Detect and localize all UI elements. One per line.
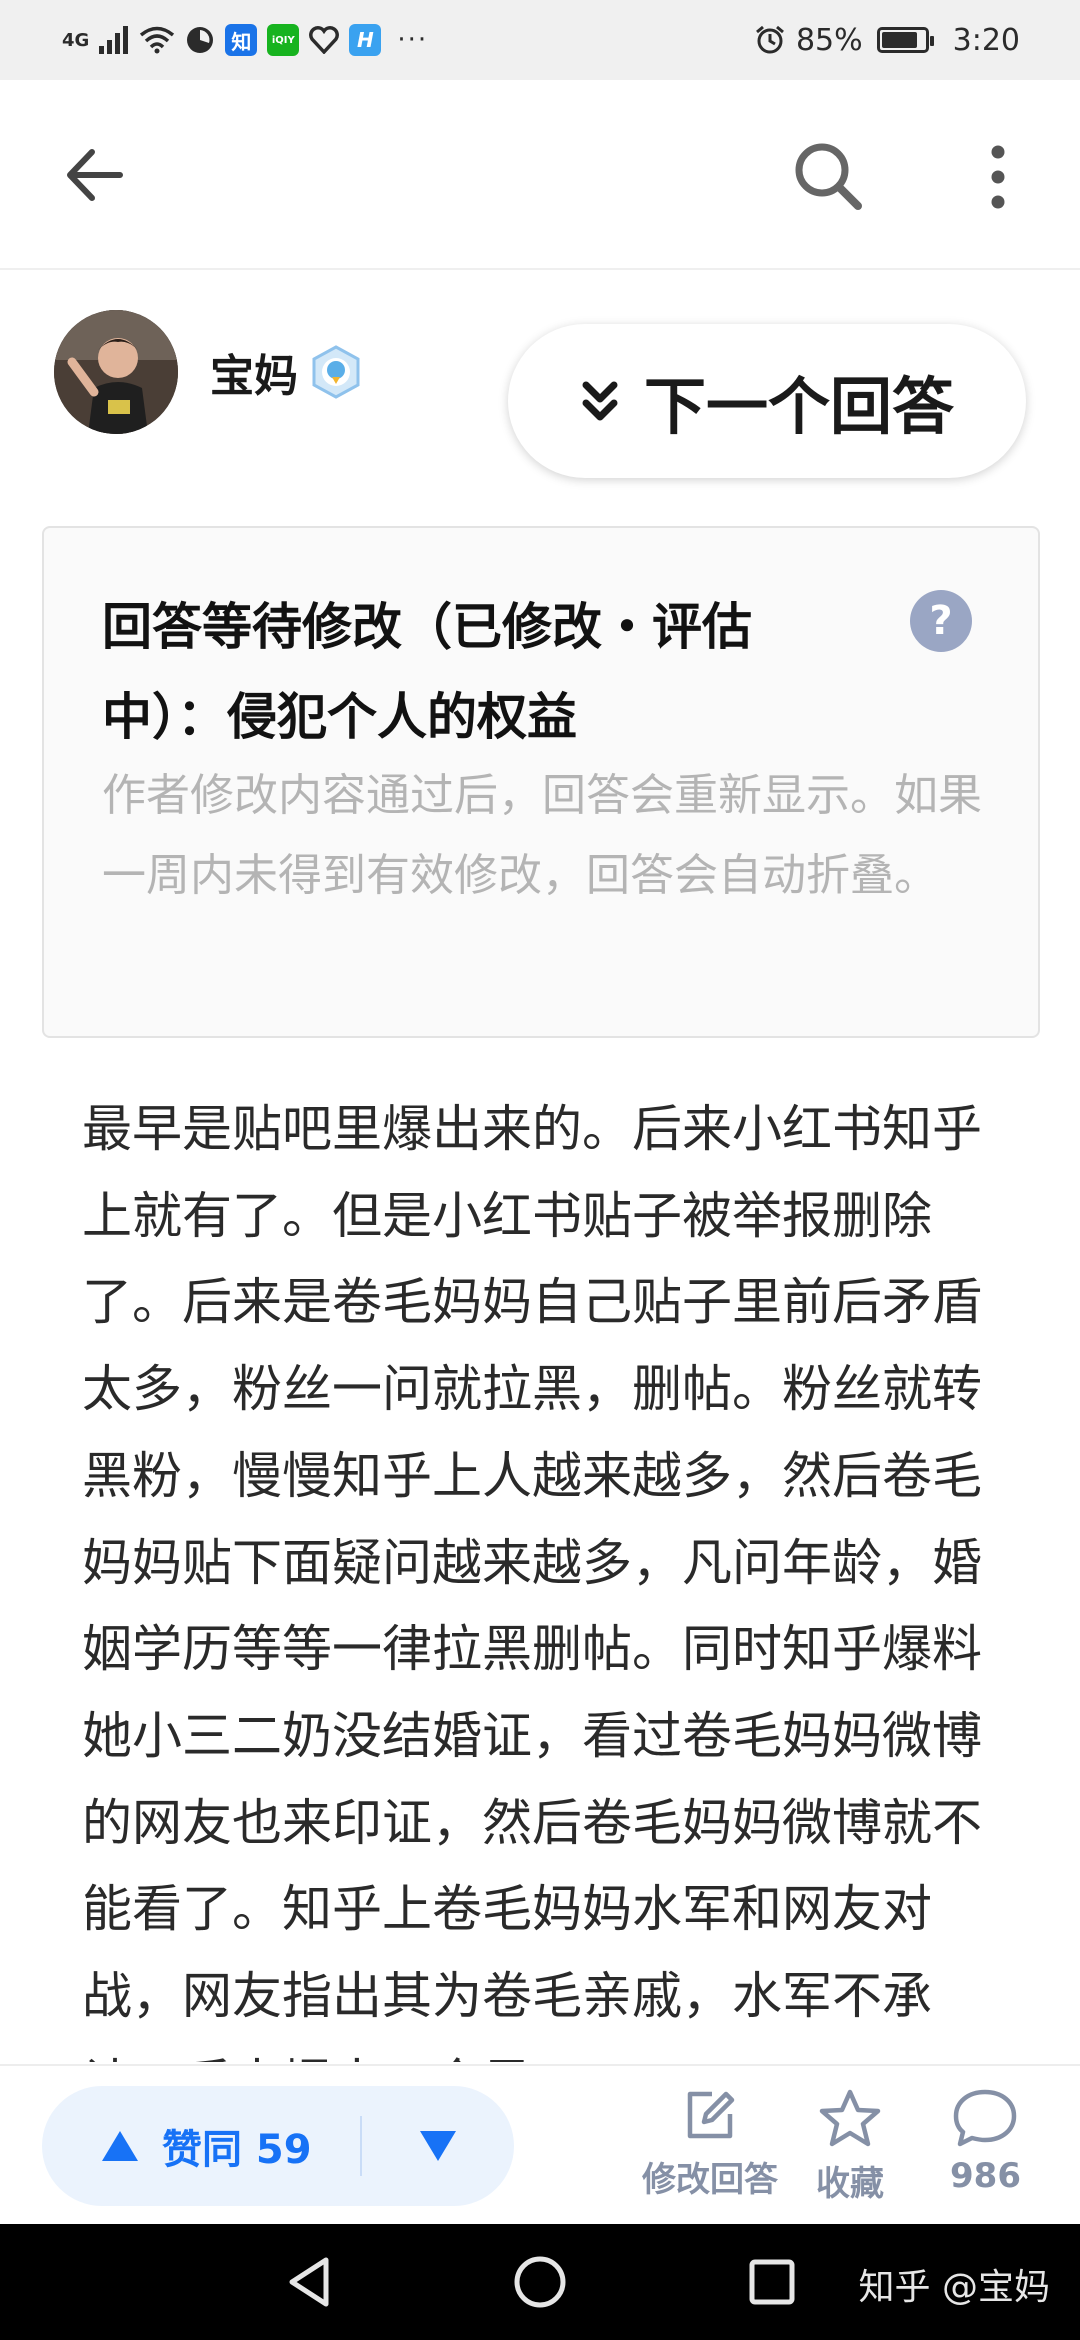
comment-button[interactable]: 986 [950,2088,1021,2196]
triangle-up-icon [102,2131,138,2161]
zhihu-app-icon: 知 [225,24,258,56]
edit-icon [687,2091,735,2139]
app-h-icon: H [349,24,382,56]
verified-badge-icon [312,345,360,399]
status-bar-left: 4G 知 iQIY H ··· [62,24,428,56]
status-bar-right: 85% 3:20 [754,23,1020,58]
more-notifications-icon: ··· [397,25,429,55]
collect-label: 收藏 [816,2164,884,2204]
back-arrow-icon[interactable] [60,140,130,210]
nav-recents-icon[interactable] [744,2254,800,2310]
next-answer-button[interactable]: 下一个回答 [508,324,1026,478]
comment-bubble-icon [954,2089,1017,2147]
double-chevron-down-icon [582,381,618,421]
moderation-notice-card: 回答等待修改（已修改・评估中）：侵犯个人的权益 ? 作者修改内容通过后，回答会重… [42,526,1040,1038]
edit-answer-label: 修改回答 [642,2160,778,2200]
screen: 4G 知 iQIY H ··· 85% 3:20 宝妈 下一个回答 回答等待修改… [0,0,1080,2340]
star-icon [819,2089,881,2147]
help-icon[interactable]: ? [910,590,972,652]
notice-title: 回答等待修改（已修改・评估中）：侵犯个人的权益 [102,598,752,746]
collect-button[interactable]: 收藏 [816,2088,884,2205]
iqiyi-app-icon: iQIY [267,24,300,56]
answer-content: 最早是贴吧里爆出来的。后来小红书知乎上就有了。但是小红书贴子被举报删除了。后来是… [82,1100,982,2062]
battery-level [881,32,917,48]
battery-percent: 85% [795,22,863,58]
signal-icon [99,26,129,54]
watermark: 知乎 @宝妈 [858,2267,1050,2308]
wifi-icon [140,26,175,54]
battery-icon [876,27,934,53]
bottom-action-bar: 赞同 59 修改回答 收藏 986 [0,2064,1080,2224]
nav-back-icon[interactable] [282,2254,338,2310]
downvote-button[interactable] [362,2086,514,2206]
upvote-button[interactable]: 赞同 59 [42,2086,360,2206]
author-name[interactable]: 宝妈 [210,340,298,404]
more-options-icon[interactable] [970,142,1026,212]
upvote-label: 赞同 59 [162,2127,312,2173]
network-type: 4G [62,29,90,51]
clock: 3:20 [952,22,1020,58]
avatar[interactable] [54,310,178,434]
nav-home-icon[interactable] [510,2254,570,2310]
avatar-photo [54,310,178,434]
comment-count: 986 [950,2156,1021,2196]
alarm-icon [755,25,784,54]
search-icon[interactable] [790,138,866,214]
status-bar: 4G 知 iQIY H ··· 85% 3:20 [0,0,1080,80]
edit-answer-button[interactable]: 修改回答 [642,2088,778,2201]
data-saver-icon [187,27,214,53]
author-row[interactable]: 宝妈 [54,310,364,434]
top-app-bar [0,80,1080,270]
vpn-heart-icon [309,26,340,54]
notice-description: 作者修改内容通过后，回答会重新显示。如果一周内未得到有效修改，回答会自动折叠。 [102,770,982,901]
system-nav-bar: 知乎 @宝妈 [0,2224,1080,2340]
vote-group: 赞同 59 [42,2086,514,2206]
next-answer-label: 下一个回答 [643,370,954,443]
triangle-down-icon [420,2131,456,2161]
